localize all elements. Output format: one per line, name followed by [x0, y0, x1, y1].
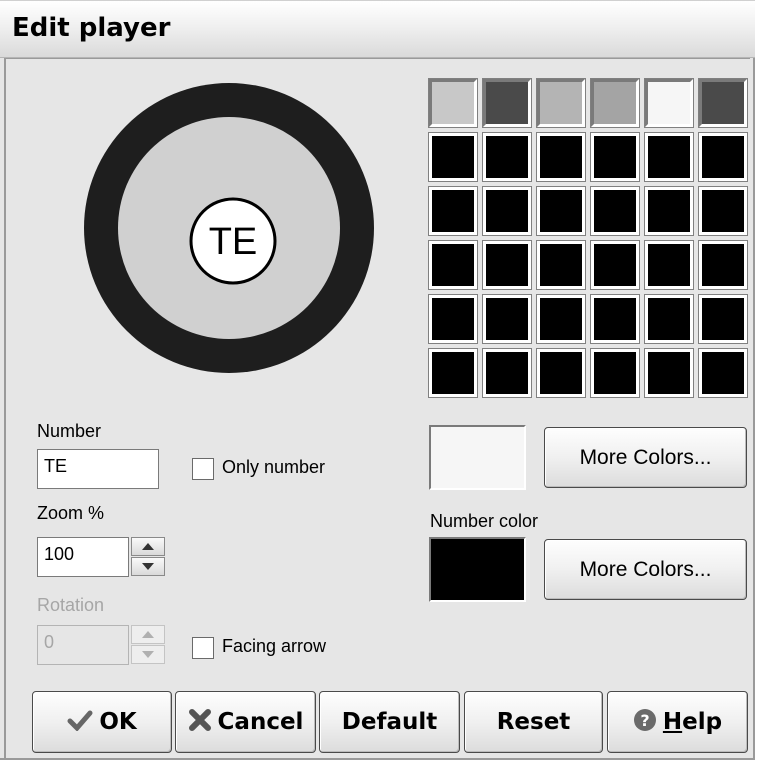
zoom-down-button[interactable]: [131, 557, 165, 576]
player-preview: TE: [84, 83, 374, 373]
color-swatch[interactable]: [482, 240, 532, 290]
color-swatch[interactable]: [590, 240, 640, 290]
help-mnemonic: H: [662, 709, 683, 735]
cross-icon: [188, 708, 212, 736]
cancel-button[interactable]: Cancel: [175, 691, 316, 753]
color-swatch[interactable]: [482, 348, 532, 398]
only-number-label: Only number: [222, 457, 326, 477]
color-swatch[interactable]: [644, 294, 694, 344]
color-swatch[interactable]: [536, 132, 586, 182]
color-swatch[interactable]: [644, 132, 694, 182]
color-swatch[interactable]: [698, 294, 748, 344]
help-label: Help: [662, 709, 723, 735]
color-swatch[interactable]: [644, 240, 694, 290]
zoom-input[interactable]: 100: [37, 537, 129, 577]
color-swatch[interactable]: [536, 294, 586, 344]
color-swatch[interactable]: [590, 294, 640, 344]
help-button[interactable]: ? Help: [607, 691, 748, 753]
color-swatch[interactable]: [698, 240, 748, 290]
chevron-down-icon: [142, 563, 154, 570]
number-color-swatch[interactable]: [429, 537, 526, 602]
zoom-up-button[interactable]: [131, 537, 165, 556]
cancel-label: Cancel: [217, 709, 304, 735]
default-label: Default: [341, 709, 438, 735]
color-swatch[interactable]: [644, 348, 694, 398]
color-swatch[interactable]: [590, 78, 640, 128]
player-number-text: TE: [209, 221, 258, 263]
color-swatch[interactable]: [482, 294, 532, 344]
color-swatch[interactable]: [428, 132, 478, 182]
rotation-input[interactable]: 0: [37, 625, 129, 665]
color-swatch[interactable]: [536, 240, 586, 290]
color-swatch[interactable]: [698, 78, 748, 128]
color-swatch[interactable]: [536, 348, 586, 398]
color-swatch[interactable]: [482, 186, 532, 236]
window-title: Edit player: [12, 13, 171, 43]
color-swatch[interactable]: [698, 348, 748, 398]
color-swatch[interactable]: [536, 186, 586, 236]
title-bar[interactable]: Edit player: [0, 0, 755, 58]
rotation-down-button[interactable]: [131, 645, 165, 664]
color-swatch[interactable]: [428, 186, 478, 236]
color-swatch[interactable]: [698, 132, 748, 182]
selected-color-swatch[interactable]: [429, 425, 526, 490]
dialog-body: TE Number TE Only number Zoom % 100 Rota…: [4, 58, 750, 758]
number-more-colors-button[interactable]: More Colors...: [544, 539, 747, 600]
number-color-label: Number color: [430, 511, 539, 531]
chevron-up-icon: [142, 631, 154, 638]
reset-button[interactable]: Reset: [464, 691, 603, 753]
color-swatch[interactable]: [590, 348, 640, 398]
color-swatch[interactable]: [482, 132, 532, 182]
color-swatch[interactable]: [482, 78, 532, 128]
reset-label: Reset: [496, 709, 571, 735]
ok-button[interactable]: OK: [32, 691, 172, 753]
only-number-checkbox[interactable]: [192, 458, 214, 480]
zoom-label: Zoom %: [37, 503, 105, 523]
color-swatch[interactable]: [428, 78, 478, 128]
facing-arrow-checkbox[interactable]: [192, 637, 214, 659]
number-more-colors-label: More Colors...: [579, 557, 712, 581]
chevron-down-icon: [142, 651, 154, 658]
number-input[interactable]: TE: [37, 449, 159, 489]
color-swatch[interactable]: [644, 186, 694, 236]
zoom-spinner: [131, 537, 165, 577]
help-icon: ?: [633, 708, 657, 736]
rotation-up-button[interactable]: [131, 625, 165, 644]
color-swatch[interactable]: [644, 78, 694, 128]
color-swatch[interactable]: [536, 78, 586, 128]
ok-label: OK: [99, 709, 137, 735]
number-label: Number: [37, 421, 102, 441]
chevron-up-icon: [142, 543, 154, 550]
rotation-spinner: [131, 625, 165, 665]
more-colors-button[interactable]: More Colors...: [544, 427, 747, 488]
svg-text:?: ?: [640, 711, 649, 730]
default-button[interactable]: Default: [319, 691, 460, 753]
color-swatch[interactable]: [428, 294, 478, 344]
color-swatch[interactable]: [590, 132, 640, 182]
edit-player-dialog: Edit player TE Number TE Only number Zoo…: [0, 0, 755, 760]
rotation-label: Rotation: [37, 595, 105, 615]
more-colors-label: More Colors...: [579, 445, 712, 469]
color-swatch[interactable]: [698, 186, 748, 236]
color-swatch[interactable]: [428, 348, 478, 398]
color-swatch[interactable]: [428, 240, 478, 290]
checkmark-icon: [67, 709, 93, 735]
color-swatch[interactable]: [590, 186, 640, 236]
facing-arrow-label: Facing arrow: [222, 636, 327, 656]
